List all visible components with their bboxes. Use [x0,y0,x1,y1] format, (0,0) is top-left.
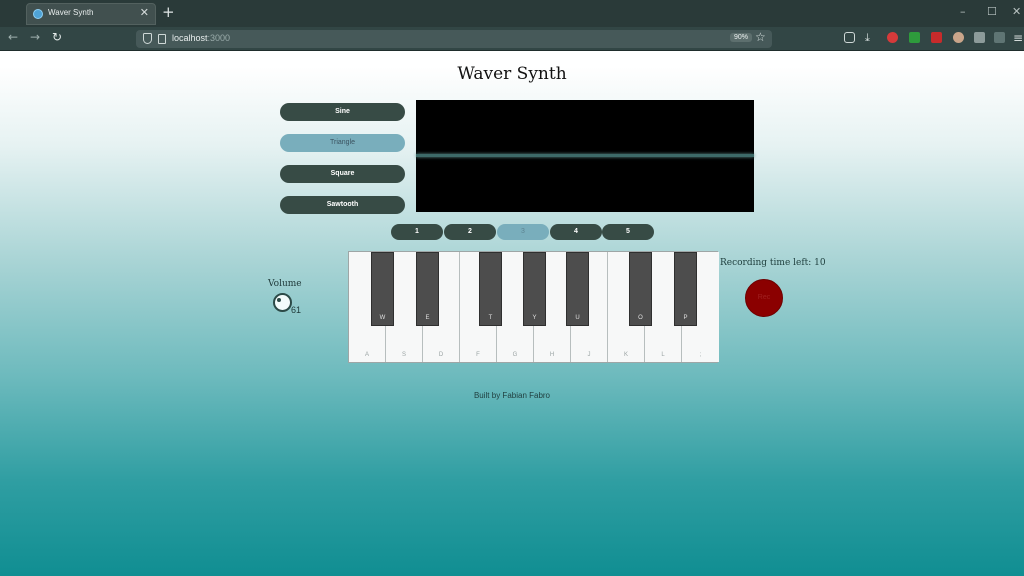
extension-avatar-icon[interactable] [953,32,964,43]
black-key[interactable]: Y [523,252,546,326]
react-favicon-icon [33,9,43,19]
key-label: W [379,315,386,321]
key-label: F [476,352,480,358]
new-tab-button[interactable]: + [162,3,175,21]
extension-red-icon[interactable] [931,32,942,43]
key-label: A [364,352,369,358]
extension-grey-icon[interactable] [974,32,985,43]
volume-value: 61 [291,305,302,315]
key-label: E [425,315,430,321]
key-label: U [575,315,580,321]
waveform-sawtooth-button[interactable]: Sawtooth [280,196,405,214]
recording-time-label: Recording time left: 10 [720,258,826,268]
key-label: L [661,352,665,358]
key-label: P [683,315,688,321]
footer-credit: Built by Fabian Fabro [473,391,551,400]
waveform-triangle-button[interactable]: Triangle [280,134,405,152]
reload-icon[interactable]: ↻ [52,30,62,44]
zoom-badge[interactable]: 90% [730,33,753,42]
knob-indicator-icon [277,298,281,302]
key-label: ; [699,352,702,358]
close-tab-icon[interactable]: ✕ [140,6,149,19]
forward-icon[interactable]: → [30,30,40,44]
tab-title: Waver Synth [48,8,94,17]
octave-2-button[interactable]: 2 [444,224,496,240]
black-key[interactable]: E [416,252,439,326]
maximize-icon[interactable]: ☐ [987,5,997,18]
octave-3-button[interactable]: 3 [497,224,549,240]
shield-icon[interactable] [143,33,152,44]
key-label: G [512,352,518,358]
black-key[interactable]: P [674,252,697,326]
url-bar[interactable]: localhost:3000 90% ☆ [136,30,772,48]
browser-tab-bar: Waver Synth ✕ + – ☐ ✕ [0,0,1024,27]
app-title: Waver Synth [457,64,567,84]
key-label: D [438,352,444,358]
browser-nav-bar: ← → ↻ localhost:3000 90% ☆ ⤓ ≡ [0,27,1024,51]
black-key[interactable]: U [566,252,589,326]
waveform-square-button[interactable]: Square [280,165,405,183]
pocket-icon[interactable] [844,32,855,43]
piano-keyboard: A S D F G H J K L ; W E T Y U O P [348,251,719,363]
key-label: J [587,352,591,358]
page-info-icon[interactable] [158,34,166,44]
waveform-trace [416,154,754,157]
url-text[interactable]: localhost:3000 [172,33,230,43]
extensions-puzzle-icon[interactable] [994,32,1005,43]
key-label: Y [532,315,537,321]
key-label: K [623,352,628,358]
key-label: O [638,315,643,321]
black-key[interactable]: W [371,252,394,326]
extension-green-icon[interactable] [909,32,920,43]
download-icon[interactable]: ⤓ [865,31,870,45]
key-label: T [488,315,493,321]
octave-1-button[interactable]: 1 [391,224,443,240]
octave-5-button[interactable]: 5 [602,224,654,240]
page: Waver Synth Sine Triangle Square Sawtoot… [0,51,1024,576]
oscilloscope-display [416,100,754,212]
octave-4-button[interactable]: 4 [550,224,602,240]
volume-knob[interactable] [273,293,292,312]
bookmark-star-icon[interactable]: ☆ [755,30,766,44]
back-icon[interactable]: ← [8,30,18,44]
key-label: H [549,352,555,358]
black-key[interactable]: T [479,252,502,326]
close-window-icon[interactable]: ✕ [1012,5,1021,18]
hamburger-menu-icon[interactable]: ≡ [1013,31,1023,45]
key-label: S [401,352,406,358]
volume-label: Volume [268,279,302,289]
browser-tab[interactable]: Waver Synth ✕ [26,3,156,25]
black-key[interactable]: O [629,252,652,326]
waveform-sine-button[interactable]: Sine [280,103,405,121]
ublock-icon[interactable] [887,32,898,43]
record-button[interactable]: Rec [745,279,783,317]
minimize-icon[interactable]: – [960,5,966,18]
